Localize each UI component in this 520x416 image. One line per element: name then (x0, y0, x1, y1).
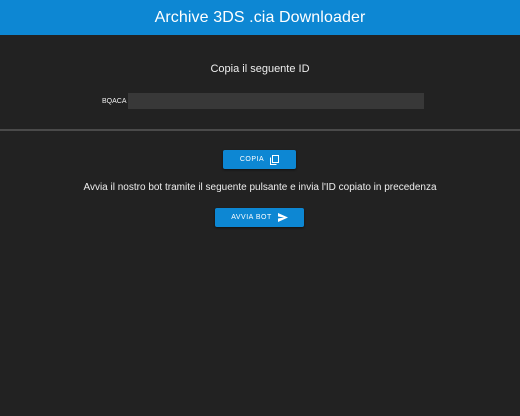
send-icon (277, 213, 288, 222)
copy-icon (270, 154, 280, 165)
app-title: Archive 3DS .cia Downloader (154, 8, 366, 26)
start-bot-button[interactable]: AVVIA BOT (215, 208, 304, 227)
copy-button[interactable]: COPIA (223, 150, 296, 169)
app-header: Archive 3DS .cia Downloader (0, 0, 520, 35)
section-divider (0, 129, 520, 131)
id-prefix: BQACA (102, 97, 127, 105)
id-display: BQACA (102, 93, 424, 109)
copy-button-label: COPIA (239, 156, 265, 163)
copy-id-heading: Copia il seguente ID (210, 63, 310, 75)
bot-instructions: Avvia il nostro bot tramite il seguente … (83, 182, 437, 193)
id-redacted-block (128, 93, 424, 109)
start-bot-button-label: AVVIA BOT (231, 214, 272, 221)
